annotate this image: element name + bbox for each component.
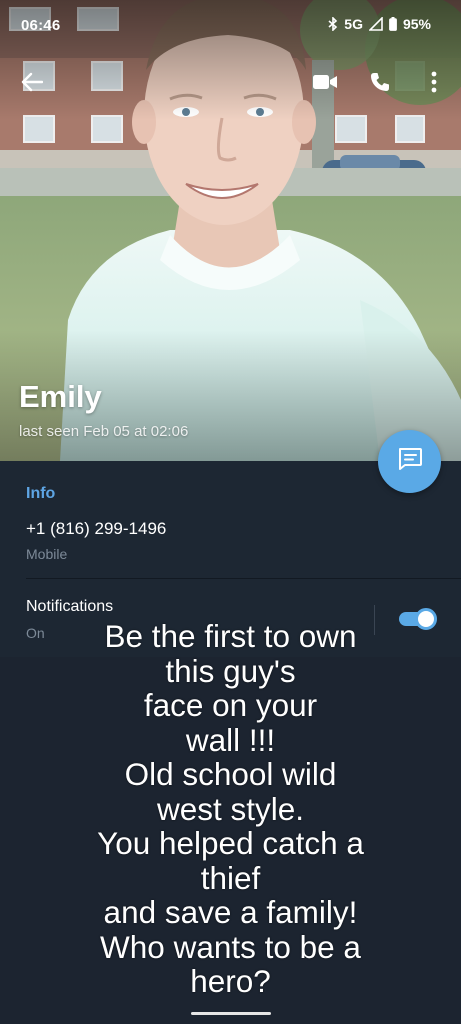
send-message-button[interactable] (378, 430, 441, 493)
status-time: 06:46 (21, 17, 61, 34)
back-arrow-icon (21, 72, 44, 97)
gesture-navigation-bar[interactable] (191, 1012, 271, 1015)
more-options-button[interactable] (416, 64, 452, 104)
notifications-label: Notifications (26, 598, 114, 615)
phone-row[interactable]: +1 (816) 299-1496 Mobile (0, 511, 461, 577)
bluetooth-icon (328, 17, 338, 31)
network-label: 5G (344, 16, 363, 32)
contact-name: Emily (19, 379, 102, 414)
back-button[interactable] (12, 64, 52, 104)
battery-level: 95% (402, 16, 431, 32)
divider (26, 578, 461, 579)
message-icon (397, 447, 423, 476)
phone-number: +1 (816) 299-1496 (26, 519, 167, 538)
video-call-button[interactable] (305, 64, 345, 104)
profile-screen: 06:46 5G 95% Emily last seen Feb 05 at 0… (0, 0, 461, 1024)
video-camera-icon (312, 73, 338, 96)
voice-call-button[interactable] (360, 64, 400, 104)
more-vert-icon (431, 71, 437, 98)
status-indicators: 5G 95% (328, 16, 431, 32)
info-header: Info (26, 485, 56, 502)
signal-icon (368, 17, 383, 31)
last-seen-status: last seen Feb 05 at 02:06 (19, 423, 189, 440)
battery-icon (389, 17, 397, 31)
caption-overlay-text: Be the first to own this guy's face on y… (97, 618, 364, 999)
phone-type-label: Mobile (26, 546, 68, 562)
status-bar: 06:46 5G 95% (0, 0, 461, 52)
phone-icon (369, 71, 391, 98)
